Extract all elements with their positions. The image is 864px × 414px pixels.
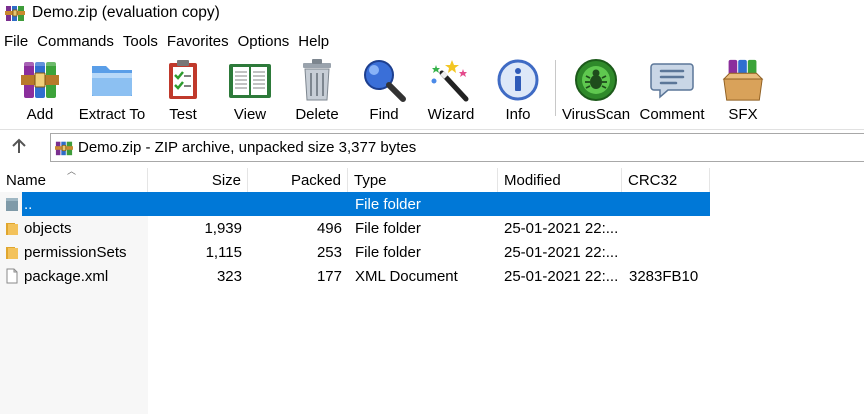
comment-button[interactable]: Comment [637, 57, 707, 125]
magnifier-icon [360, 57, 408, 103]
column-header-modified[interactable]: Modified [498, 168, 622, 192]
extract-to-button[interactable]: Extract To [77, 57, 147, 125]
file-type: File folder [355, 219, 421, 237]
arrow-up-icon [11, 137, 27, 159]
column-header-type[interactable]: Type [348, 168, 498, 192]
folder-icon [5, 244, 19, 260]
address-text: Demo.zip - ZIP archive, unpacked size 3,… [78, 139, 417, 156]
menu-tools[interactable]: Tools [118, 33, 162, 50]
file-crc32: 3283FB10 [629, 267, 699, 285]
menu-help[interactable]: Help [294, 33, 334, 50]
file-modified [504, 192, 620, 216]
file-size [148, 192, 242, 216]
file-crc32 [629, 192, 709, 216]
column-header-size[interactable]: Size [148, 168, 248, 192]
column-header-crc32[interactable]: CRC32 [622, 168, 710, 192]
wizard-button[interactable]: Wizard [416, 57, 486, 125]
file-packed: 496 [316, 219, 342, 237]
column-header-packed[interactable]: Packed [248, 168, 348, 192]
address-bar: Demo.zip - ZIP archive, unpacked size 3,… [0, 129, 864, 164]
column-header-name[interactable]: Name [0, 168, 148, 192]
add-archive-icon [16, 57, 64, 103]
file-packed: 177 [316, 267, 342, 285]
delete-button[interactable]: Delete [282, 57, 352, 125]
file-modified: 25-01-2021 22:... [504, 243, 619, 261]
file-size: 323 [216, 267, 242, 285]
add-button[interactable]: Add [5, 57, 75, 125]
file-type: File folder [355, 243, 421, 261]
test-button[interactable]: Test [148, 57, 218, 125]
winrar-app-icon [5, 3, 25, 23]
file-modified: 25-01-2021 22:... [504, 267, 619, 285]
trash-icon [293, 57, 341, 103]
add-label: Add [26, 106, 54, 123]
file-name: objects [24, 219, 72, 237]
file-packed: 253 [316, 243, 342, 261]
menu-bar: File Commands Tools Favorites Options He… [0, 30, 334, 52]
virus-scan-icon [572, 57, 620, 103]
menu-options[interactable]: Options [233, 33, 294, 50]
folder-icon [5, 220, 19, 236]
window-title: Demo.zip (evaluation copy) [32, 4, 220, 21]
file-name: permissionSets [24, 243, 127, 261]
file-name: package.xml [24, 267, 109, 285]
virusscan-button[interactable]: VirusScan [561, 57, 631, 125]
sfx-button[interactable]: SFX [708, 57, 778, 125]
file-crc32 [629, 240, 709, 264]
file-type: File folder [355, 195, 421, 213]
file-crc32 [629, 216, 709, 240]
file-icon [5, 268, 19, 284]
file-list: Name Size Packed Type Modified CRC32 .. … [0, 168, 864, 414]
menu-commands[interactable]: Commands [33, 33, 119, 50]
view-label: View [233, 106, 267, 123]
info-label: Info [505, 106, 531, 123]
sfx-box-icon [719, 57, 767, 103]
magic-wand-icon [427, 57, 475, 103]
zip-archive-icon [55, 139, 73, 157]
address-field[interactable]: Demo.zip - ZIP archive, unpacked size 3,… [50, 133, 864, 162]
menu-file[interactable]: File [0, 33, 33, 50]
extract-folder-icon [88, 57, 136, 103]
extract-to-label: Extract To [78, 106, 146, 123]
file-size: 1,939 [204, 219, 242, 237]
find-button[interactable]: Find [349, 57, 419, 125]
menu-favorites[interactable]: Favorites [162, 33, 233, 50]
test-label: Test [169, 106, 197, 123]
file-row-parent[interactable]: .. File folder [0, 192, 710, 216]
column-header-row: Name Size Packed Type Modified CRC32 [0, 168, 710, 192]
comment-label: Comment [639, 106, 705, 123]
file-modified: 25-01-2021 22:... [504, 219, 619, 237]
file-row-objects[interactable]: objects 1,939 496 File folder 25-01-2021… [0, 216, 710, 240]
view-book-icon [226, 57, 274, 103]
info-icon [494, 57, 542, 103]
file-name: .. [24, 195, 33, 213]
file-packed [248, 192, 342, 216]
comment-icon [648, 57, 696, 103]
test-clipboard-icon [159, 57, 207, 103]
delete-label: Delete [295, 106, 339, 123]
find-label: Find [369, 106, 399, 123]
file-type: XML Document [355, 267, 458, 285]
wizard-label: Wizard [427, 106, 475, 123]
up-one-level-button[interactable] [6, 136, 32, 160]
parent-folder-icon [5, 196, 19, 212]
virusscan-label: VirusScan [561, 106, 631, 123]
view-button[interactable]: View [215, 57, 285, 125]
toolbar: Add Extract To Test View Delete Find Wiz… [0, 57, 864, 125]
file-row-package-xml[interactable]: package.xml 323 177 XML Document 25-01-2… [0, 264, 710, 288]
sfx-label: SFX [728, 106, 758, 123]
toolbar-separator [555, 60, 556, 116]
file-size: 1,115 [205, 243, 242, 261]
title-bar: Demo.zip (evaluation copy) [0, 0, 864, 26]
file-row-permissionsets[interactable]: permissionSets 1,115 253 File folder 25-… [0, 240, 710, 264]
info-button[interactable]: Info [483, 57, 553, 125]
